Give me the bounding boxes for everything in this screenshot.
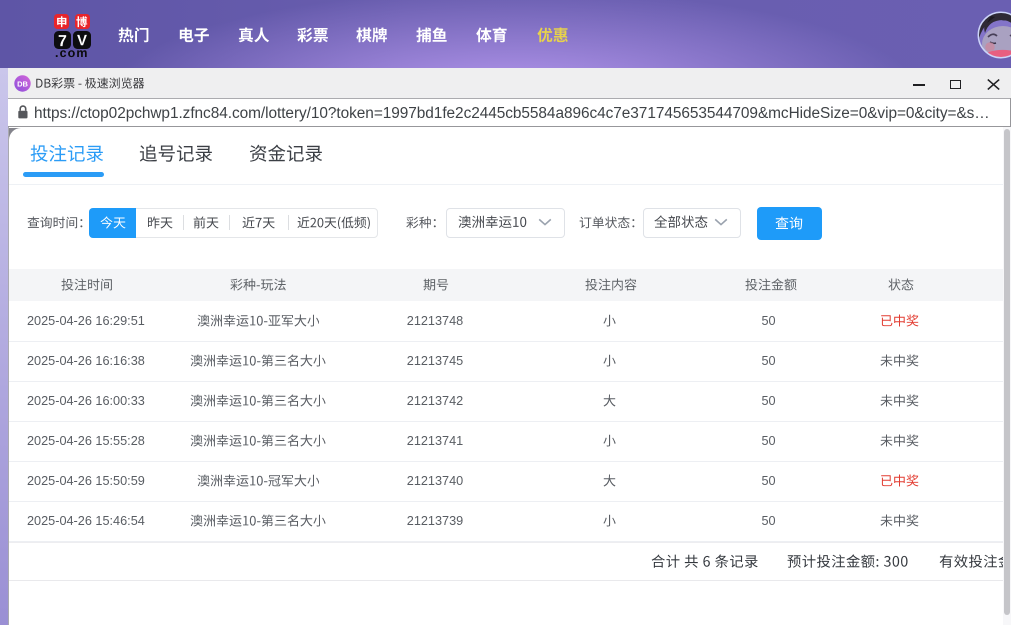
svg-text:DB: DB — [17, 79, 28, 88]
